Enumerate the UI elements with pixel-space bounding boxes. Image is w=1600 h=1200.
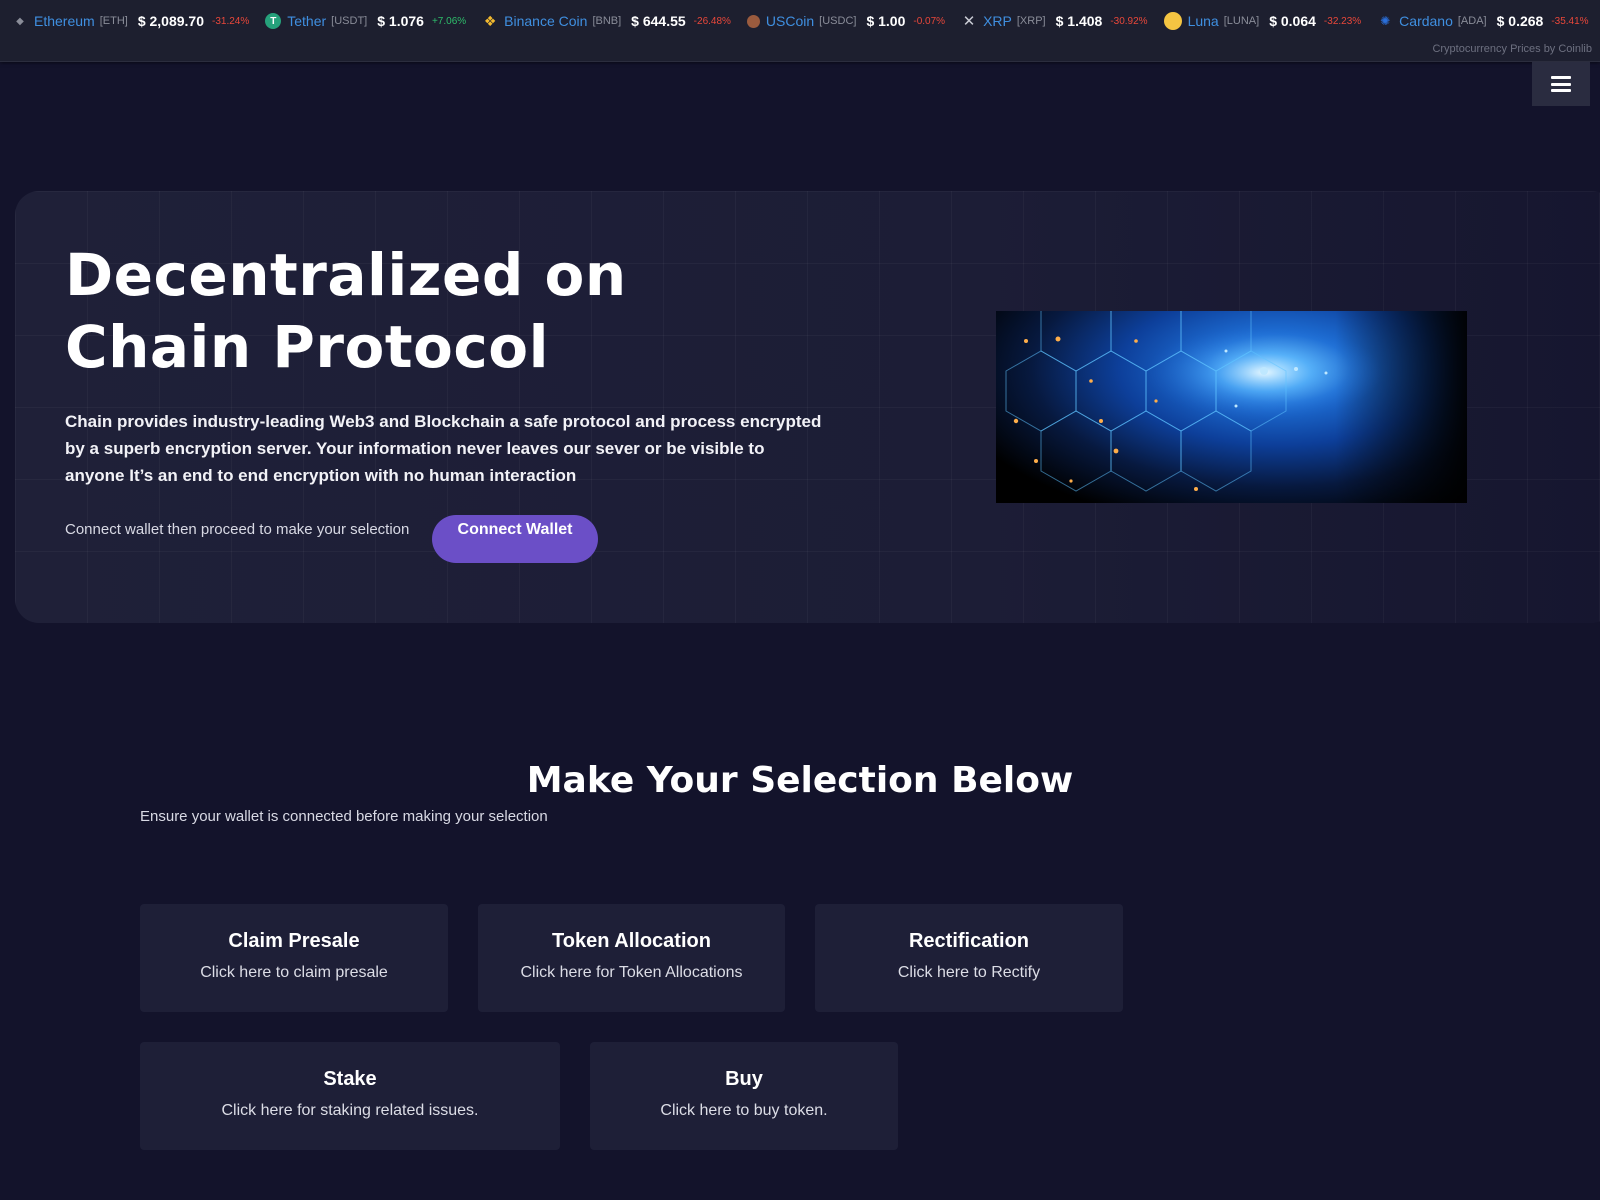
hamburger-icon — [1551, 76, 1571, 92]
coin-price: $ 1.408 — [1055, 13, 1103, 29]
coin-price: $ 0.064 — [1269, 13, 1316, 29]
selection-subtitle: Ensure your wallet is connected before m… — [140, 808, 548, 825]
hero-title: Decentralized on Chain Protocol — [65, 241, 627, 381]
coin-price: $ 644.55 — [631, 13, 686, 29]
coin-name[interactable]: Cardano — [1399, 13, 1453, 29]
hero-cta-text: Connect wallet then proceed to make your… — [65, 521, 410, 538]
ticker-coin-uscoin[interactable]: USCoin [USDC] $ 1.00 -0.07% — [746, 13, 946, 29]
coin-symbol: [BNB] — [592, 15, 622, 27]
coin-change: +7.06% — [431, 15, 467, 27]
ticker-coin-binance[interactable]: ❖ Binance Coin [BNB] $ 644.55 -26.48% — [482, 12, 731, 30]
card-title: Token Allocation — [552, 930, 711, 952]
uscoin-icon — [746, 14, 760, 28]
coin-symbol: [ETH] — [99, 15, 128, 27]
coin-symbol: [USDC] — [819, 15, 857, 27]
ethereum-icon: ◆ — [16, 15, 24, 27]
stake-card[interactable]: Stake Click here for staking related iss… — [140, 1042, 560, 1150]
crypto-price-ticker: ◆ Ethereum [ETH] $ 2,089.70 -31.24% T Te… — [0, 0, 1600, 62]
ticker-coin-ethereum[interactable]: ◆ Ethereum [ETH] $ 2,089.70 -31.24% — [12, 13, 249, 29]
coin-name[interactable]: Binance Coin — [504, 13, 587, 29]
coin-name[interactable]: Tether — [287, 13, 326, 29]
card-title: Rectification — [908, 930, 1030, 952]
coin-change: -35.41% — [1551, 15, 1589, 27]
ticker-credit-link[interactable]: Cryptocurrency Prices by Coinlib — [1432, 43, 1592, 55]
card-description: Click here to buy token. — [660, 1102, 828, 1119]
coin-symbol: [LUNA] — [1223, 15, 1260, 27]
token-allocation-card[interactable]: Token Allocation Click here for Token Al… — [478, 904, 785, 1012]
coin-price: $ 1.00 — [866, 13, 906, 29]
network-globe-illustration — [996, 311, 1467, 503]
coin-symbol: [XRP] — [1016, 15, 1046, 27]
card-description: Click here to claim presale — [200, 964, 388, 981]
hero-network-globe-image — [996, 311, 1467, 503]
coin-change: -30.92% — [1110, 15, 1148, 27]
buy-card[interactable]: Buy Click here to buy token. — [590, 1042, 898, 1150]
card-title: Claim Presale — [228, 930, 360, 952]
coin-price: $ 2,089.70 — [137, 13, 204, 29]
cardano-icon: ✺ — [1380, 14, 1391, 28]
claim-presale-card[interactable]: Claim Presale Click here to claim presal… — [140, 904, 448, 1012]
binance-icon: ❖ — [483, 12, 497, 29]
tether-icon: T — [265, 13, 282, 29]
coin-price: $ 0.268 — [1496, 13, 1544, 29]
ticker-coin-luna[interactable]: Luna [LUNA] $ 0.064 -32.23% — [1163, 12, 1362, 30]
card-title: Buy — [725, 1068, 763, 1090]
card-title: Stake — [323, 1068, 377, 1090]
coin-change: -0.07% — [913, 15, 946, 27]
connect-wallet-button[interactable]: Connect Wallet — [432, 515, 598, 563]
ticker-row: ◆ Ethereum [ETH] $ 2,089.70 -31.24% T Te… — [12, 12, 1600, 30]
xrp-icon: ✕ — [962, 13, 976, 30]
ticker-coin-xrp[interactable]: ✕ XRP [XRP] $ 1.408 -30.92% — [961, 13, 1148, 30]
coin-name[interactable]: XRP — [983, 13, 1012, 29]
coin-name[interactable]: Ethereum — [34, 13, 95, 29]
coin-change: -32.23% — [1323, 15, 1362, 27]
hero-section: Decentralized on Chain Protocol Chain pr… — [15, 191, 1600, 623]
coin-change: -26.48% — [693, 15, 731, 27]
ticker-coin-tether[interactable]: T Tether [USDT] $ 1.076 +7.06% — [265, 13, 466, 29]
selection-title: Make Your Selection Below — [526, 760, 1074, 801]
rectification-card[interactable]: Rectification Click here to Rectify — [815, 904, 1123, 1012]
coin-change: -31.24% — [212, 15, 250, 27]
ticker-coin-cardano[interactable]: ✺ Cardano [ADA] $ 0.268 -35.41% — [1377, 13, 1588, 29]
coin-name[interactable]: USCoin — [766, 13, 814, 29]
card-description: Click here to Rectify — [897, 964, 1041, 981]
coin-price: $ 1.076 — [377, 13, 424, 29]
card-description: Click here for staking related issues. — [221, 1102, 479, 1119]
coin-symbol: [USDT] — [331, 15, 368, 27]
coin-symbol: [ADA] — [1457, 15, 1487, 27]
card-description: Click here for Token Allocations — [520, 964, 743, 981]
luna-icon — [1163, 12, 1182, 30]
coin-name[interactable]: Luna — [1188, 13, 1219, 29]
hamburger-menu-button[interactable] — [1532, 62, 1590, 106]
hero-description: Chain provides industry-leading Web3 and… — [65, 412, 822, 485]
